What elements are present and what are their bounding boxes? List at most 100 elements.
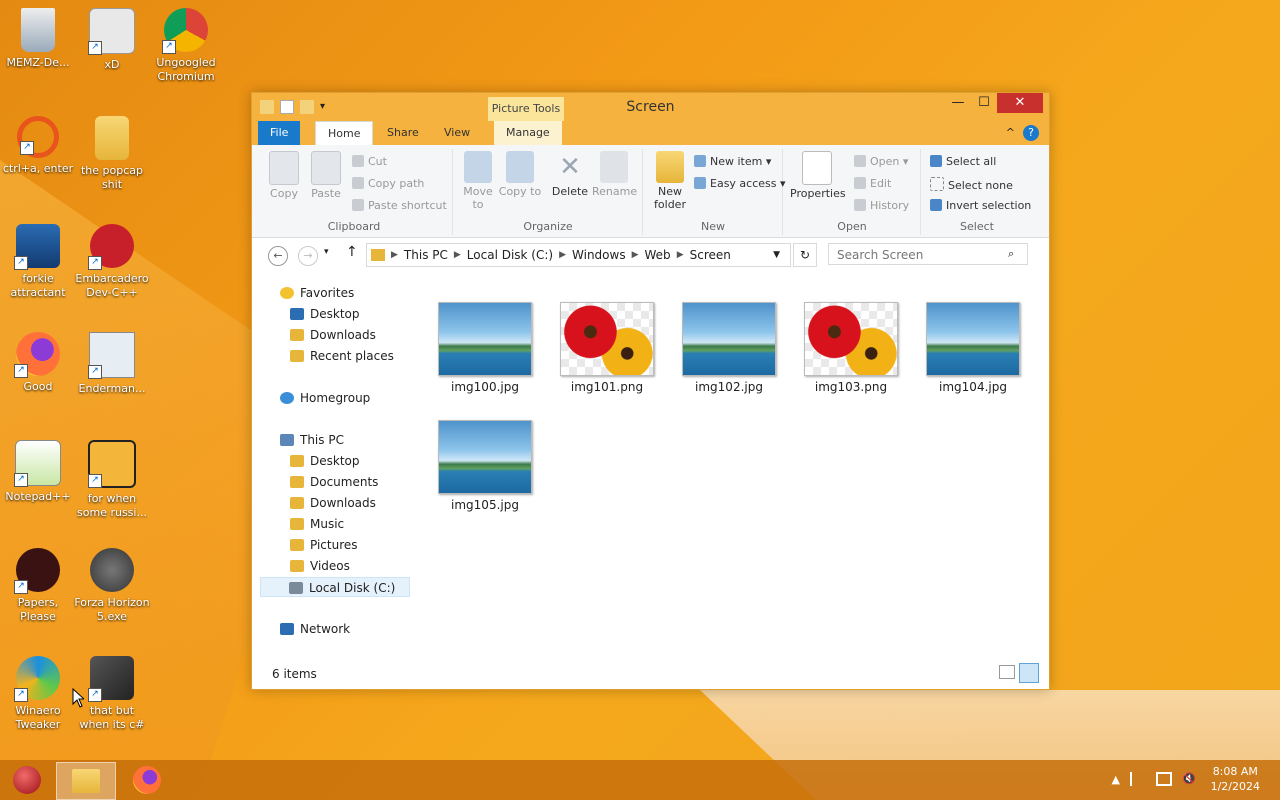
file-item[interactable]: img102.jpg bbox=[681, 302, 777, 394]
minimize-button[interactable]: — bbox=[945, 93, 971, 113]
file-item[interactable]: img104.jpg bbox=[925, 302, 1021, 394]
nav-this-pc[interactable]: This PC bbox=[280, 430, 344, 450]
nav-pc-documents[interactable]: Documents bbox=[290, 472, 378, 492]
new-item-button[interactable]: New item ▾ bbox=[694, 155, 771, 168]
volume-muted-icon[interactable]: 🔇 bbox=[1182, 772, 1196, 786]
desktop-icon-winaero[interactable]: ↗ Winaero Tweaker bbox=[0, 656, 76, 732]
chevron-right-icon[interactable]: ▶ bbox=[454, 250, 461, 260]
file-item[interactable]: img100.jpg bbox=[437, 302, 533, 394]
chevron-right-icon[interactable]: ▶ bbox=[677, 250, 684, 260]
tab-manage[interactable]: Manage bbox=[494, 121, 562, 145]
select-all-button[interactable]: Select all bbox=[930, 155, 996, 168]
cut-button[interactable]: Cut bbox=[352, 155, 387, 168]
desktop-icon-ctrl-a[interactable]: ↗ ctrl+a, enter bbox=[0, 116, 76, 176]
search-input[interactable]: Search Screen bbox=[828, 243, 1028, 265]
nav-pc-music[interactable]: Music bbox=[290, 514, 344, 534]
copy-to-button[interactable]: Copy to bbox=[498, 151, 542, 198]
properties-button[interactable]: Properties bbox=[790, 151, 846, 200]
nav-fav-recent[interactable]: Recent places bbox=[290, 346, 394, 366]
nav-pc-downloads[interactable]: Downloads bbox=[290, 493, 376, 513]
nav-fav-desktop[interactable]: Desktop bbox=[290, 304, 360, 324]
select-none-icon bbox=[930, 177, 944, 191]
nav-network[interactable]: Network bbox=[280, 619, 350, 639]
maximize-button[interactable]: ☐ bbox=[971, 93, 997, 113]
desktop-icon-forza[interactable]: Forza Horizon 5.exe bbox=[74, 548, 150, 624]
image-thumbnail bbox=[804, 302, 898, 376]
refresh-icon[interactable]: ↻ bbox=[793, 243, 817, 267]
breadcrumb-local-disk[interactable]: Local Disk (C:) bbox=[467, 248, 553, 262]
open-icon bbox=[854, 155, 866, 167]
title-bar[interactable]: ▾ Picture Tools Screen — ☐ ✕ bbox=[252, 93, 1049, 121]
breadcrumb-this-pc[interactable]: This PC bbox=[404, 248, 448, 262]
chevron-right-icon[interactable]: ▶ bbox=[559, 250, 566, 260]
desktop-icon-csharp[interactable]: ↗ that but when its c# bbox=[74, 656, 150, 732]
clock[interactable]: 8:08 AM 1/2/2024 bbox=[1211, 764, 1260, 794]
desktop-icon-russi[interactable]: ↗ for when some russi... bbox=[74, 440, 150, 520]
chevron-down-icon[interactable]: ▼ bbox=[773, 250, 780, 260]
close-button[interactable]: ✕ bbox=[997, 93, 1043, 113]
desktop-icon-notepadpp[interactable]: ↗ Notepad++ bbox=[0, 440, 76, 504]
back-arrow-icon[interactable]: ← bbox=[268, 246, 288, 266]
delete-button[interactable]: ✕ Delete bbox=[548, 151, 592, 198]
details-view-icon[interactable] bbox=[999, 665, 1015, 679]
copy-label: Copy bbox=[270, 187, 298, 200]
select-none-button[interactable]: Select none bbox=[930, 177, 1013, 192]
history-button[interactable]: History bbox=[854, 199, 909, 212]
invert-selection-button[interactable]: Invert selection bbox=[930, 199, 1031, 212]
paste-button[interactable]: Paste bbox=[304, 151, 348, 200]
tab-file[interactable]: File bbox=[258, 121, 301, 145]
desktop-icon-xd[interactable]: ↗ xD bbox=[74, 8, 150, 72]
desktop-icon-devcpp[interactable]: ↗ Embarcadero Dev-C++ bbox=[74, 224, 150, 300]
taskbar-file-explorer[interactable] bbox=[56, 762, 116, 800]
tab-view[interactable]: View bbox=[432, 121, 482, 145]
desktop-icon-good[interactable]: ↗ Good bbox=[0, 332, 76, 394]
nav-pc-local-disk[interactable]: Local Disk (C:) bbox=[260, 577, 410, 597]
copy-button[interactable]: Copy bbox=[262, 151, 306, 200]
desktop-icon-enderman[interactable]: ↗ Enderman... bbox=[74, 332, 150, 396]
nav-fav-downloads[interactable]: Downloads bbox=[290, 325, 376, 345]
breadcrumb-screen[interactable]: Screen bbox=[690, 248, 731, 262]
recent-locations-icon[interactable]: ▾ bbox=[324, 247, 329, 257]
nav-pc-desktop[interactable]: Desktop bbox=[290, 451, 360, 471]
nav-favorites[interactable]: Favorites bbox=[280, 283, 354, 303]
nav-label: Music bbox=[310, 517, 345, 531]
move-to-button[interactable]: Move to bbox=[456, 151, 500, 211]
desktop-icon-memz[interactable]: MEMZ-De... bbox=[0, 8, 76, 70]
desktop-icon-chromium[interactable]: ↗ Ungoogled Chromium bbox=[148, 8, 224, 84]
nav-pc-videos[interactable]: Videos bbox=[290, 556, 350, 576]
desktop-icon-label: Forza Horizon 5.exe bbox=[74, 596, 150, 623]
file-item[interactable]: img101.png bbox=[559, 302, 655, 394]
show-hidden-icons-icon[interactable]: ▲ bbox=[1112, 773, 1120, 786]
tab-share[interactable]: Share bbox=[375, 121, 431, 145]
breadcrumb-windows[interactable]: Windows bbox=[572, 248, 626, 262]
forward-arrow-icon[interactable]: → bbox=[298, 246, 318, 266]
file-item[interactable]: img103.png bbox=[803, 302, 899, 394]
start-button[interactable] bbox=[0, 762, 54, 798]
edit-button[interactable]: Edit bbox=[854, 177, 891, 190]
breadcrumb-web[interactable]: Web bbox=[645, 248, 671, 262]
chevron-right-icon[interactable]: ▶ bbox=[391, 250, 398, 260]
file-item[interactable]: img105.jpg bbox=[437, 420, 533, 512]
rename-button[interactable]: Rename bbox=[592, 151, 637, 198]
open-button[interactable]: Open ▾ bbox=[854, 155, 908, 168]
desktop-icon-popcap[interactable]: the popcap shit bbox=[74, 116, 150, 192]
tab-home[interactable]: Home bbox=[315, 121, 374, 146]
desktop-icon-forkie[interactable]: ↗ forkie attractant bbox=[0, 224, 76, 300]
network-icon[interactable] bbox=[1156, 772, 1172, 786]
chevron-right-icon[interactable]: ▶ bbox=[632, 250, 639, 260]
nav-homegroup[interactable]: Homegroup bbox=[280, 388, 370, 408]
flag-icon[interactable] bbox=[1130, 772, 1146, 786]
easy-access-button[interactable]: Easy access ▾ bbox=[694, 177, 786, 190]
select-none-label: Select none bbox=[948, 179, 1013, 192]
copy-path-button[interactable]: Copy path bbox=[352, 177, 424, 190]
nav-pc-pictures[interactable]: Pictures bbox=[290, 535, 358, 555]
large-icons-view-icon[interactable] bbox=[1019, 663, 1039, 683]
help-icon[interactable]: ? bbox=[1023, 125, 1039, 141]
desktop-icon-papers[interactable]: ↗ Papers, Please bbox=[0, 548, 76, 624]
up-arrow-icon[interactable]: ↑ bbox=[346, 244, 358, 260]
paste-shortcut-button[interactable]: Paste shortcut bbox=[352, 199, 447, 212]
new-folder-button[interactable]: New folder bbox=[648, 151, 692, 211]
taskbar-firefox[interactable] bbox=[118, 762, 176, 798]
collapse-ribbon-icon[interactable]: ^ bbox=[1006, 126, 1015, 139]
address-bar[interactable]: ▶ This PC ▶ Local Disk (C:) ▶ Windows ▶ … bbox=[366, 243, 791, 267]
